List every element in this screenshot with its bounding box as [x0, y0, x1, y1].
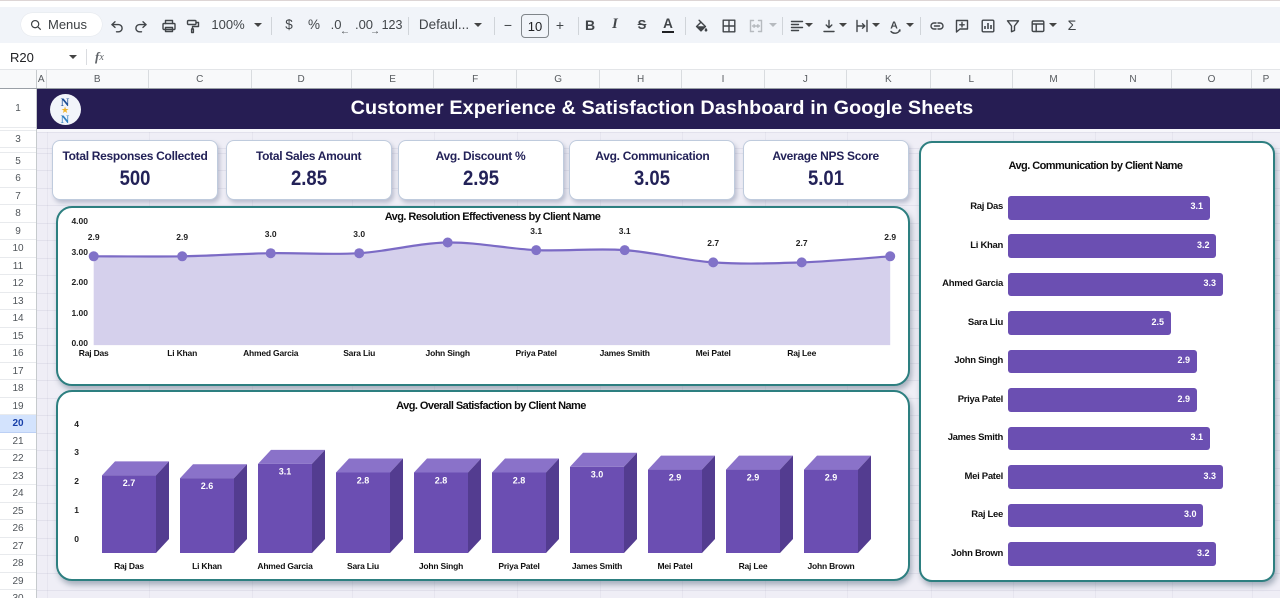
svg-text:2.6: 2.6: [201, 481, 214, 491]
svg-text:2.9: 2.9: [669, 472, 682, 482]
svg-text:2.8: 2.8: [513, 475, 526, 485]
svg-text:3.0: 3.0: [591, 470, 604, 480]
svg-text:3.1: 3.1: [279, 467, 292, 477]
svg-text:2.8: 2.8: [435, 475, 448, 485]
svg-text:A: A: [890, 20, 898, 32]
svg-text:2.7: 2.7: [123, 478, 136, 488]
svg-text:2.8: 2.8: [357, 475, 370, 485]
svg-text:2.9: 2.9: [747, 472, 760, 482]
svg-text:2.9: 2.9: [825, 472, 838, 482]
